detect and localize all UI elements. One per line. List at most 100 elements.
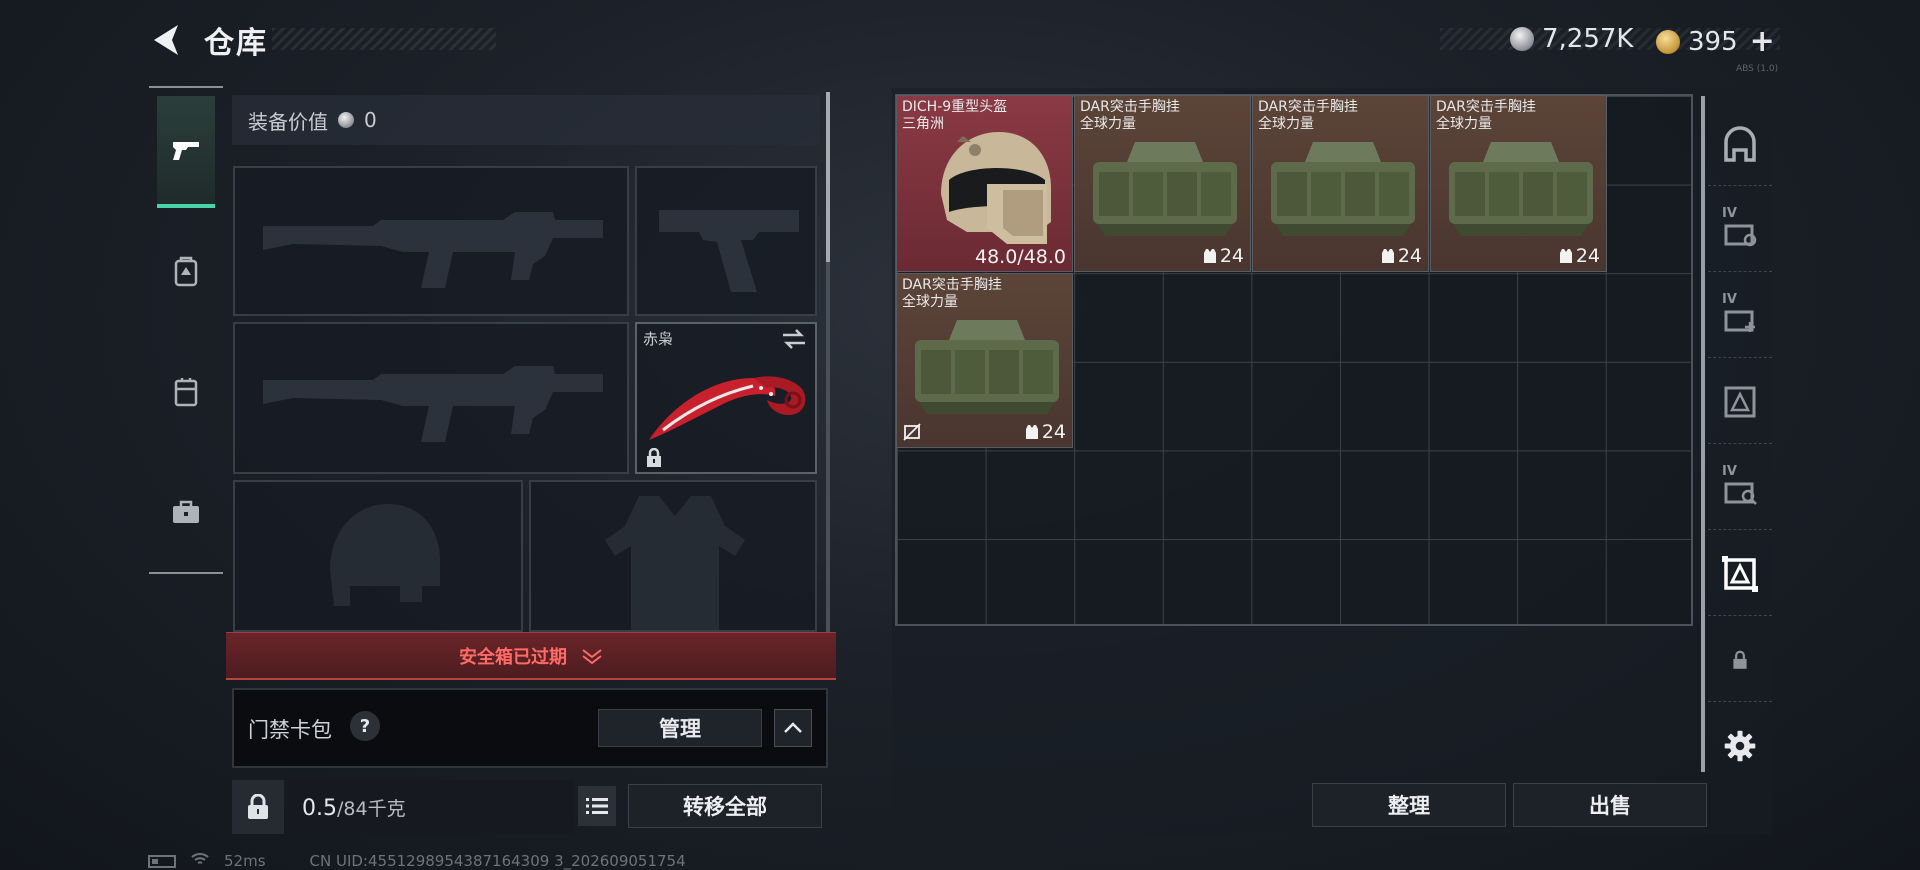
chest-rig-icon [1093, 142, 1237, 236]
item-name: DAR突击手胸挂 全球力量 [902, 277, 1002, 310]
vest-icon [174, 378, 198, 407]
equipment-value: 0 [364, 108, 377, 132]
tab-locked[interactable] [1708, 618, 1772, 702]
tab-gear[interactable] [157, 216, 215, 328]
wifi-icon [190, 852, 210, 870]
gear-icon [1724, 730, 1756, 762]
tab-storage-iv-1[interactable]: IV [1708, 188, 1772, 272]
pistol-icon [173, 142, 199, 160]
tab-weapons[interactable] [157, 96, 215, 208]
safebox-expired-banner[interactable]: 安全箱已过期 [226, 632, 836, 680]
storage-item-vest[interactable]: DAR突击手胸挂 全球力量 24 [1430, 95, 1607, 272]
silver-currency: 7,257K [1510, 24, 1633, 54]
gold-coin-icon [1656, 29, 1680, 54]
weight-readout: 0.5/84千克 [302, 794, 406, 821]
karambit-knife-icon [649, 376, 806, 440]
rifle-silhouette-icon [263, 212, 603, 288]
swap-icon[interactable] [781, 328, 807, 350]
helmet-shelf-icon [1724, 125, 1756, 162]
storage-item-vest[interactable]: DAR突击手胸挂 全球力量 24 [1074, 95, 1251, 272]
chest-rig-icon [1271, 142, 1415, 236]
rifle-silhouette-icon [263, 366, 603, 442]
keycard-wallet-label: 门禁卡包 [248, 718, 332, 742]
silver-coin-icon [1510, 27, 1534, 51]
chest-rig-icon [1449, 142, 1593, 236]
item-name: DAR突击手胸挂 全球力量 [1080, 99, 1180, 132]
weight-current: 0.5 [302, 795, 337, 821]
vest-small-icon [1203, 249, 1216, 263]
storage-scrollbar[interactable] [1701, 96, 1705, 772]
lock-icon [248, 794, 268, 819]
silver-coin-icon [338, 112, 354, 128]
storage-item-vest[interactable]: DAR突击手胸挂 全球力量 24 [1252, 95, 1429, 272]
back-button[interactable] [148, 22, 186, 58]
vest-small-icon [1025, 425, 1038, 439]
collapse-button[interactable] [774, 709, 812, 747]
chevron-down-icon [582, 648, 602, 664]
add-currency-button[interactable]: + [1750, 24, 1775, 59]
right-tab-rail: IV IV IV [1708, 96, 1772, 836]
vest-silhouette-icon [605, 496, 745, 630]
page-title: 仓库 [204, 26, 268, 61]
lock-icon [647, 448, 661, 467]
item-name: DAR突击手胸挂 全球力量 [1258, 99, 1358, 132]
chest-rig-icon [915, 320, 1059, 414]
chevron-up-icon [784, 722, 802, 733]
primary-weapon-slot-1[interactable] [233, 166, 629, 316]
status-bar: 52ms CN UID:4551298954387164309 3_202609… [148, 852, 686, 870]
version-tag: ABS (1.0) [1736, 64, 1779, 74]
pistol-silhouette-icon [659, 210, 799, 292]
storage-selected-icon [1722, 555, 1758, 592]
list-icon [586, 798, 608, 814]
helmet-icon [941, 132, 1051, 244]
vest-small-icon [1559, 249, 1572, 263]
lock-icon [1733, 650, 1747, 669]
battery-icon [148, 854, 176, 868]
backpack-badge-icon [174, 256, 198, 287]
help-button[interactable]: ? [350, 711, 380, 741]
equipment-value-bar: 装备价值 0 [232, 95, 820, 145]
equipment-scrollbar-thumb[interactable] [826, 92, 830, 262]
tab-storage-iv-3[interactable]: IV [1708, 446, 1772, 530]
item-durability: 48.0/48.0 [974, 246, 1066, 268]
armor-slot[interactable] [529, 480, 817, 632]
tab-storage-selected[interactable] [1708, 532, 1772, 616]
weight-unit: 千克 [367, 797, 406, 820]
melee-item-name: 赤枭 [643, 330, 674, 348]
tab-supplies[interactable] [157, 456, 215, 568]
title-decoration [272, 28, 496, 50]
item-count: 24 [1381, 245, 1422, 267]
storage-item-vest[interactable]: DAR突击手胸挂 全球力量 24 [896, 273, 1073, 448]
tab-equipment-storage[interactable] [1708, 102, 1772, 186]
settings-button[interactable] [1708, 704, 1772, 788]
silver-amount: 7,257K [1542, 24, 1634, 54]
pistol-slot[interactable] [635, 166, 817, 316]
weight-max: /84 [337, 797, 368, 820]
carry-weight: 0.5/84千克 [288, 780, 574, 834]
ping-readout: 52ms [224, 852, 266, 870]
storage-frame-icon [1724, 386, 1756, 417]
sort-button[interactable]: 整理 [1312, 783, 1506, 827]
back-arrow-icon [154, 25, 178, 55]
tab-storage-frame[interactable] [1708, 360, 1772, 444]
storage-item-helmet[interactable]: DICH-9重型头盔 三角洲 48.0/48.0 [896, 95, 1073, 272]
lock-equipment-button[interactable] [232, 780, 284, 834]
item-count: 24 [1025, 421, 1066, 443]
transfer-all-button[interactable]: 转移全部 [628, 784, 822, 828]
user-id: CN UID:4551298954387164309 3_20260905175… [309, 852, 686, 870]
item-count: 24 [1559, 245, 1600, 267]
primary-weapon-slot-2[interactable] [233, 322, 629, 474]
melee-slot[interactable]: 赤枭 [635, 322, 817, 474]
list-view-button[interactable] [578, 786, 616, 826]
helmet-silhouette-icon [330, 504, 440, 606]
tab-armor[interactable] [157, 336, 215, 448]
sell-button[interactable]: 出售 [1513, 783, 1707, 827]
manage-button[interactable]: 管理 [598, 709, 762, 747]
vest-small-icon [1381, 249, 1394, 263]
item-count: 24 [1203, 245, 1244, 267]
safebox-expired-text: 安全箱已过期 [459, 646, 567, 668]
tab-storage-iv-2[interactable]: IV [1708, 274, 1772, 358]
helmet-slot[interactable] [233, 480, 523, 632]
no-insurance-icon [903, 423, 921, 441]
equipment-value-label: 装备价值 [248, 109, 328, 134]
